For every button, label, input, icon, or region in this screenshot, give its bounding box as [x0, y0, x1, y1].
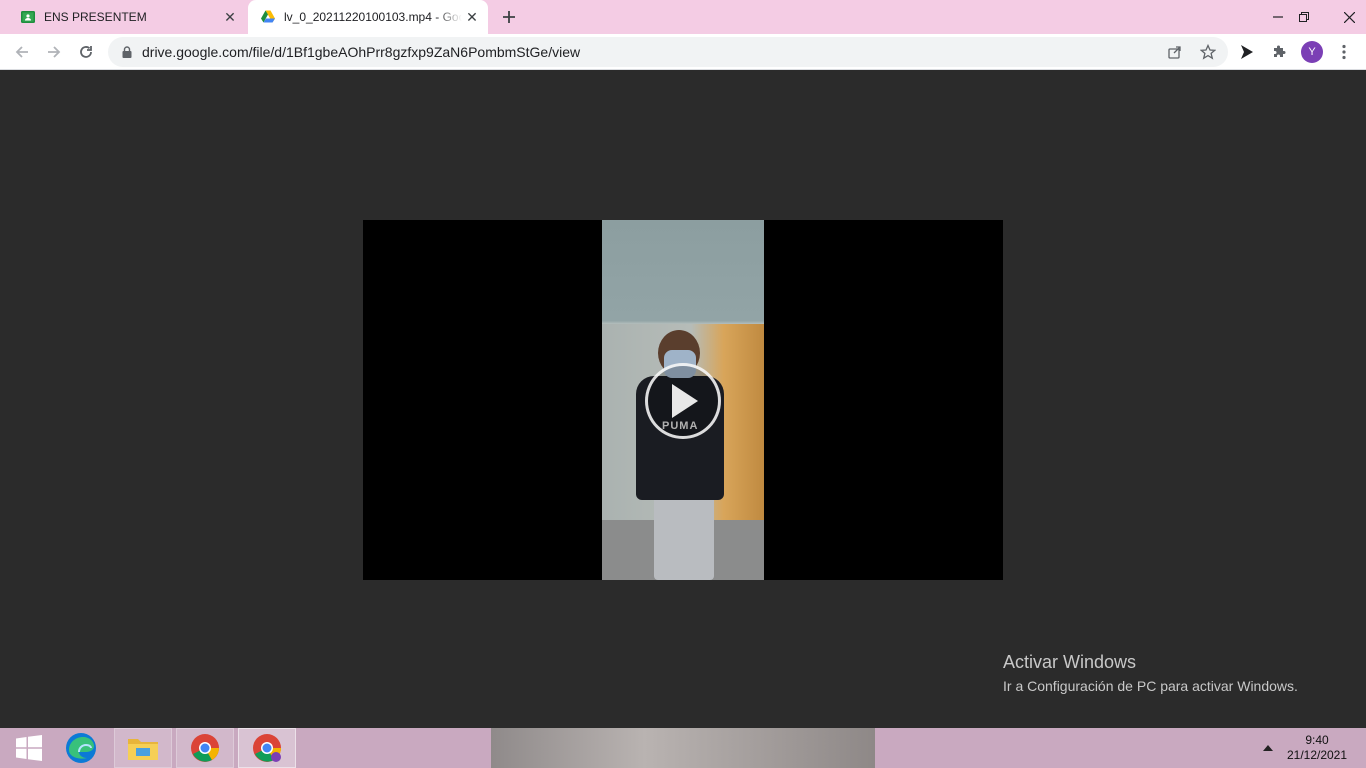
lock-icon[interactable]: [120, 45, 134, 59]
chrome-icon: [253, 734, 281, 762]
puzzle-icon: [1274, 45, 1286, 57]
chrome-icon: [191, 734, 219, 762]
play-icon: [672, 384, 698, 418]
tab-google-drive-video[interactable]: lv_0_20211220100103.mp4 - Google Drive ✕: [248, 0, 488, 34]
drive-video-viewer: PUMA: [0, 71, 1366, 728]
taskbar: 9:40 21/12/2021: [0, 728, 1366, 768]
send-arrow-icon: [1241, 45, 1253, 59]
close-tab-icon[interactable]: ✕: [220, 7, 240, 27]
play-button[interactable]: [645, 363, 721, 439]
taskbar-chrome[interactable]: [176, 728, 234, 768]
clock-time: 9:40: [1305, 733, 1329, 747]
google-drive-icon: [261, 10, 275, 23]
video-player[interactable]: PUMA: [363, 220, 1003, 580]
chevron-up-icon: [1263, 745, 1273, 751]
reload-icon: [80, 46, 92, 58]
watermark-subtitle: Ir a Configuración de PC para activar Wi…: [1003, 678, 1298, 694]
clock-date: 21/12/2021: [1286, 748, 1348, 762]
bookmark-button[interactable]: [1194, 37, 1222, 67]
edge-icon: [66, 733, 96, 763]
star-icon: [1200, 44, 1216, 60]
tab-title: lv_0_20211220100103.mp4 - Google Drive: [284, 10, 462, 24]
url-text[interactable]: drive.google.com/file/d/1Bf1gbeAOhPrr8gz…: [142, 44, 580, 60]
kebab-menu-icon: [1342, 44, 1346, 60]
folder-icon: [128, 739, 158, 760]
forward-button[interactable]: [40, 38, 68, 66]
restore-button[interactable]: [1287, 0, 1321, 34]
tab-title: ENS PRESENTEM: [44, 10, 147, 24]
taskbar-file-explorer[interactable]: [114, 728, 172, 768]
avatar: Y: [1301, 41, 1323, 63]
tab-ens-presentem[interactable]: ENS PRESENTEM ✕: [8, 0, 246, 34]
share-button[interactable]: [1161, 37, 1189, 67]
taskbar-chrome-profile[interactable]: [238, 728, 296, 768]
taskbar-window-preview[interactable]: [491, 728, 875, 768]
minimize-icon: [1273, 16, 1283, 18]
reload-button[interactable]: [72, 38, 100, 66]
new-tab-button[interactable]: [498, 6, 520, 28]
activate-windows-watermark: Activar Windows Ir a Configuración de PC…: [1003, 651, 1298, 696]
extensions-button[interactable]: [1265, 38, 1293, 66]
close-window-button[interactable]: [1332, 0, 1366, 34]
menu-button[interactable]: [1330, 38, 1358, 66]
start-button[interactable]: [0, 728, 58, 768]
system-clock[interactable]: 9:40 21/12/2021: [1282, 733, 1352, 763]
windows-icon: [16, 735, 42, 761]
extension-button[interactable]: [1233, 38, 1261, 66]
address-bar[interactable]: drive.google.com/file/d/1Bf1gbeAOhPrr8gz…: [108, 37, 1228, 67]
classroom-icon: [21, 11, 35, 23]
close-icon: [1343, 11, 1355, 23]
tab-strip: ENS PRESENTEM ✕ lv_0_20211220100103.mp4 …: [0, 0, 1366, 34]
taskbar-edge[interactable]: [52, 728, 110, 768]
watermark-title: Activar Windows: [1003, 652, 1137, 672]
share-icon: [1168, 46, 1181, 59]
profile-button[interactable]: Y: [1298, 38, 1326, 66]
browser-toolbar: drive.google.com/file/d/1Bf1gbeAOhPrr8gz…: [0, 34, 1366, 70]
plus-icon: [503, 11, 515, 23]
restore-icon: [1299, 12, 1309, 22]
show-hidden-icons-button[interactable]: [1260, 740, 1276, 756]
person-legs: [654, 496, 714, 580]
close-tab-icon[interactable]: ✕: [462, 7, 482, 27]
arrow-right-icon: [48, 46, 61, 58]
back-button[interactable]: [8, 38, 36, 66]
arrow-left-icon: [15, 46, 28, 58]
